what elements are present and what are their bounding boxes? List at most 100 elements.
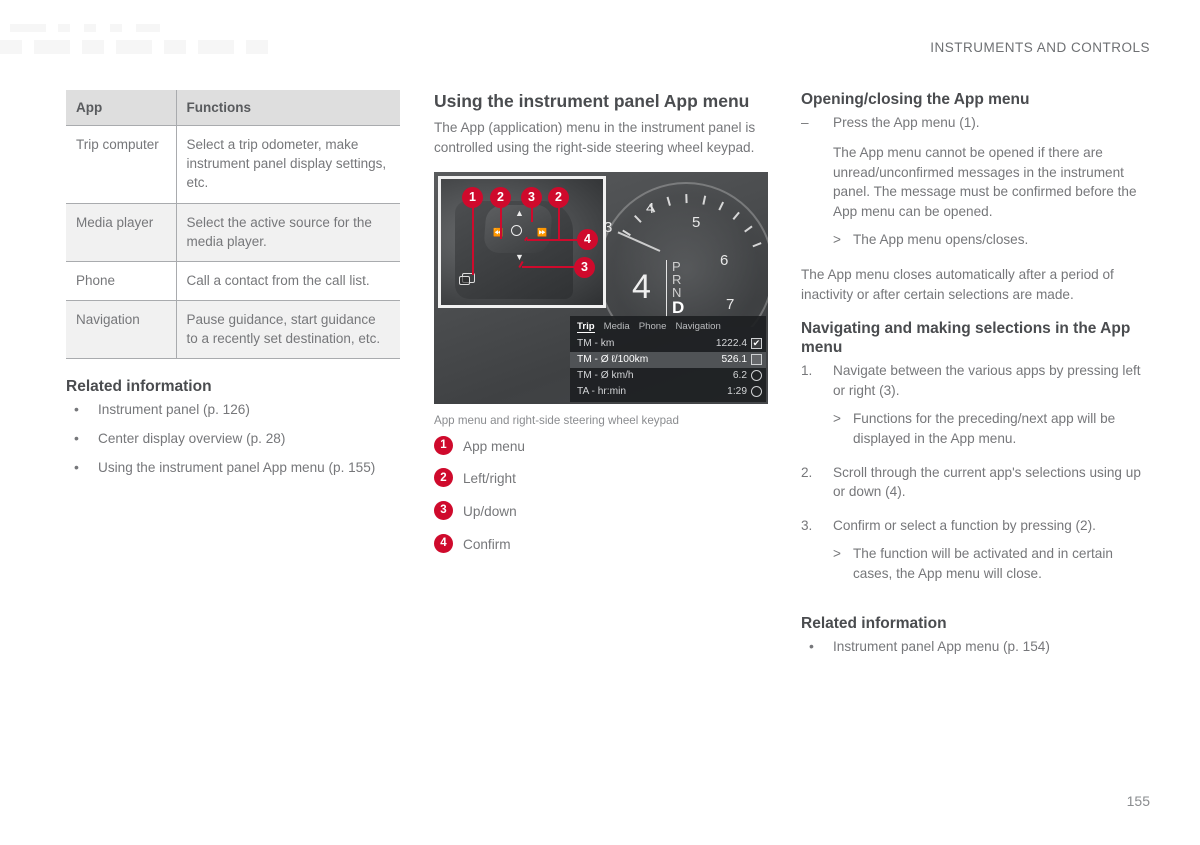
legend-label: App menu bbox=[463, 438, 525, 454]
middle-column: Using the instrument panel App menu The … bbox=[434, 90, 768, 568]
list-item[interactable]: Instrument panel (p. 126) bbox=[66, 399, 400, 420]
left-column: App Functions Trip computer Select a tri… bbox=[66, 90, 400, 487]
callout-line bbox=[500, 204, 502, 239]
step-number: 3. bbox=[801, 518, 813, 534]
related-information-list-left: Instrument panel (p. 126) Center display… bbox=[66, 399, 400, 478]
confirm-circle-icon bbox=[511, 224, 522, 236]
legend-label: Left/right bbox=[463, 471, 516, 487]
keypad-photo: ▲ ▼ ⏪ ⏩ 1 2 3 2 4 3 bbox=[441, 178, 603, 305]
prnd-p: P bbox=[672, 258, 681, 274]
legend-badge-3: 3 bbox=[434, 501, 453, 521]
up-arrow-icon: ▲ bbox=[515, 207, 524, 218]
tab-media[interactable]: Media bbox=[604, 321, 630, 333]
radio-icon[interactable] bbox=[751, 386, 762, 398]
trip-row-value: 526.1 bbox=[721, 354, 748, 366]
gauge-tick bbox=[685, 193, 688, 203]
trip-menu-row[interactable]: TM - km 1222.4 ✔ bbox=[570, 336, 766, 352]
list-item[interactable]: Using the instrument panel App menu (p. … bbox=[66, 457, 400, 478]
step-text: Navigate between the various apps by pre… bbox=[833, 363, 1141, 399]
gear-digit: 4 bbox=[632, 267, 651, 306]
section-title: Using the instrument panel App menu bbox=[434, 91, 750, 111]
col-header-functions: Functions bbox=[176, 90, 400, 126]
trip-row-label: TM - km bbox=[577, 338, 615, 350]
navigating-steps-list: 1. Navigate between the various apps by … bbox=[801, 361, 1141, 584]
list-item[interactable]: Instrument panel App menu (p. 154) bbox=[801, 636, 1141, 657]
trip-row-label: TM - Ø km/h bbox=[577, 370, 634, 382]
figure-legend-list: 1 App menu 2 Left/right 3 Up/down 4 Conf… bbox=[434, 435, 768, 554]
trip-menu-row[interactable]: TM - Ø km/h 6.2 bbox=[570, 368, 766, 384]
trip-row-value: 1:29 bbox=[727, 386, 747, 398]
list-item: 4 Confirm bbox=[434, 533, 768, 554]
related-link-label: Instrument panel App menu (p. 154) bbox=[833, 638, 1050, 654]
legend-badge-2: 2 bbox=[434, 468, 453, 488]
step-text: Scroll through the current app's selecti… bbox=[833, 464, 1141, 500]
chapter-header: INSTRUMENTS AND CONTROLS bbox=[930, 40, 1150, 55]
related-information-title-left: Related information bbox=[66, 378, 212, 396]
tab-trip[interactable]: Trip bbox=[577, 321, 595, 333]
prnd-n: N bbox=[672, 285, 682, 301]
app-functions-table: App Functions Trip computer Select a tri… bbox=[66, 90, 400, 359]
cell-app-functions: Call a contact from the call list. bbox=[186, 272, 370, 288]
callout-line bbox=[558, 204, 560, 239]
steering-wheel-keypad-inset: ▲ ▼ ⏪ ⏩ 1 2 3 2 4 3 bbox=[438, 175, 606, 308]
legend-label: Up/down bbox=[463, 504, 517, 520]
skip-right-icon: ⏩ bbox=[537, 227, 547, 237]
cell-app-name: Phone bbox=[66, 261, 177, 301]
related-information-title-right: Related information bbox=[801, 614, 947, 632]
cell-app-functions: Select the active source for the media p… bbox=[186, 214, 372, 249]
gauge-tick bbox=[744, 225, 753, 232]
page-number: 155 bbox=[1126, 793, 1150, 809]
tab-phone[interactable]: Phone bbox=[639, 321, 667, 333]
figure-image: 3 4 5 6 7 4 P R N D Trip Media Phone Nav… bbox=[434, 171, 768, 404]
callout-line bbox=[472, 204, 474, 275]
table-row: Navigation Pause guidance, start guidanc… bbox=[66, 300, 400, 359]
table-body: Trip computer Select a trip odometer, ma… bbox=[66, 125, 400, 359]
figure-caption: App menu and right-side steering wheel k… bbox=[434, 413, 679, 427]
table-row: Media player Select the active source fo… bbox=[66, 203, 400, 262]
trip-menu-row[interactable]: TA - hr:min 1:29 bbox=[570, 384, 766, 400]
prnd-d-active: D bbox=[672, 298, 685, 318]
trip-row-label: TA - hr:min bbox=[577, 386, 627, 398]
list-item[interactable]: Center display overview (p. 28) bbox=[66, 428, 400, 449]
related-link-label: Instrument panel (p. 126) bbox=[98, 402, 250, 418]
list-item: 3 Up/down bbox=[434, 501, 768, 521]
list-item: 1 App menu bbox=[434, 435, 768, 456]
gauge-tick bbox=[718, 201, 724, 211]
table-head: App Functions bbox=[66, 90, 400, 126]
callout-badge-2-right: 2 bbox=[548, 186, 569, 208]
checkbox-empty-icon[interactable] bbox=[751, 354, 762, 366]
callout-badge-3-down: 3 bbox=[574, 256, 595, 278]
gauge-tick bbox=[634, 215, 642, 223]
trip-menu-overlay: Trip Media Phone Navigation TM - km 1222… bbox=[570, 315, 766, 402]
trip-menu-tabs: Trip Media Phone Navigation bbox=[570, 319, 766, 336]
callout-badge-2-left: 2 bbox=[490, 186, 511, 208]
step-number: 1. bbox=[801, 363, 813, 379]
related-link-label: Center display overview (p. 28) bbox=[98, 431, 286, 447]
radio-icon[interactable] bbox=[751, 370, 762, 382]
bleed-through-artifact-2 bbox=[0, 40, 280, 54]
gauge-tick-label: 4 bbox=[646, 199, 655, 217]
callout-badge-4: 4 bbox=[577, 228, 598, 250]
legend-badge-4: 4 bbox=[434, 533, 453, 553]
trip-row-value: 1222.4 bbox=[715, 338, 747, 350]
prnd-r: R bbox=[672, 271, 682, 287]
instrument-cluster-gauge: 3 4 5 6 7 4 P R N D bbox=[592, 172, 768, 327]
gauge-tick-label: 5 bbox=[692, 213, 701, 231]
section-intro-paragraph: The App (application) menu in the instru… bbox=[434, 120, 756, 155]
trip-menu-row[interactable]: TM - Ø ℓ/100km 526.1 bbox=[570, 351, 766, 368]
list-item: 1. Navigate between the various apps by … bbox=[801, 361, 1141, 448]
gauge-tick bbox=[752, 241, 762, 247]
cell-app-functions: Pause guidance, start guidance to a rece… bbox=[186, 312, 381, 347]
callout-badge-1: 1 bbox=[462, 186, 483, 208]
tab-navigation[interactable]: Navigation bbox=[675, 321, 720, 333]
list-item: 3. Confirm or select a function by press… bbox=[801, 516, 1141, 584]
col-header-app: App bbox=[66, 90, 177, 126]
prnd-indicator: P R N D bbox=[666, 258, 685, 318]
step-result: The function will be activated and in ce… bbox=[833, 544, 1141, 584]
list-item: – Press the App menu (1). bbox=[801, 113, 1141, 133]
list-item: 2. Scroll through the current app's sele… bbox=[801, 463, 1141, 503]
table-row: Phone Call a contact from the call list. bbox=[66, 261, 400, 301]
gauge-tick bbox=[702, 195, 706, 205]
callout-badge-3-up: 3 bbox=[521, 186, 542, 208]
checkbox-checked-icon[interactable]: ✔ bbox=[751, 338, 762, 350]
